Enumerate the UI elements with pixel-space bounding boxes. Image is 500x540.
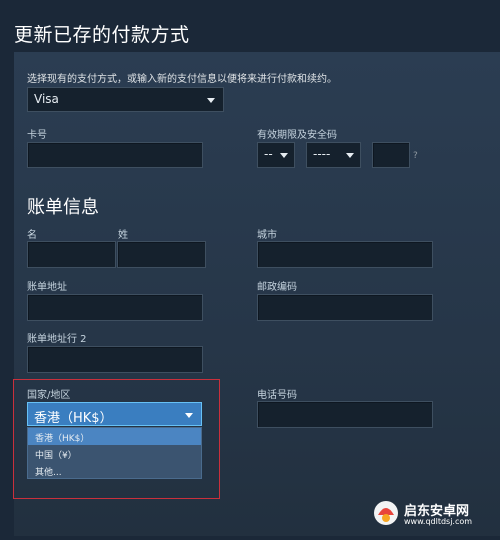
last-name-label: 姓 [118,230,128,241]
chevron-down-icon [280,153,288,158]
city-label: 城市 [257,230,277,241]
country-dropdown: 香港（HK$） 中国（¥） 其他... [27,427,202,479]
billing-section-title: 账单信息 [27,197,99,218]
phone-input[interactable] [257,401,433,428]
first-name-label: 名 [27,230,37,241]
billing-address2-label: 账单地址行 2 [27,334,87,345]
expiry-month-select[interactable]: -- [257,142,295,168]
billing-address-input[interactable] [27,294,203,321]
country-option-other[interactable]: 其他... [28,462,201,479]
chevron-down-icon [207,98,215,103]
country-label: 国家/地区 [27,390,71,401]
watermark: 启东安卓网 www.qdltdsj.com [372,491,500,536]
payment-method-value: Visa [34,92,59,106]
card-number-input[interactable] [27,142,203,168]
city-input[interactable] [257,241,433,268]
payment-method-hint: 选择现有的支付方式，或输入新的支付信息以便将来进行付款和续约。 [27,74,337,85]
first-name-input[interactable] [27,241,116,268]
chevron-down-icon [346,153,354,158]
country-select[interactable]: 香港（HK$） [27,402,202,426]
expiry-year-select[interactable]: ---- [306,142,361,168]
expiry-year-value: ---- [313,147,331,161]
expiry-label: 有效期限及安全码 [257,130,337,141]
country-value: 香港（HK$） [34,411,113,426]
last-name-input[interactable] [117,241,206,268]
card-number-label: 卡号 [27,130,47,141]
expiry-month-value: -- [264,147,273,161]
postal-code-label: 邮政编码 [257,282,297,293]
postal-code-input[interactable] [257,294,433,321]
billing-address2-input[interactable] [27,346,203,373]
security-code-input[interactable] [372,142,410,168]
cvv-help-icon[interactable]: ? [413,151,418,161]
phone-label: 电话号码 [257,390,297,401]
page-title: 更新已存的付款方式 [14,24,190,46]
chevron-down-icon [185,413,193,418]
country-option-cn[interactable]: 中国（¥） [28,445,201,462]
payment-method-select[interactable]: Visa [27,87,224,112]
billing-address-label: 账单地址 [27,282,67,293]
country-option-hk[interactable]: 香港（HK$） [28,428,201,445]
watermark-url: www.qdltdsj.com [404,517,473,526]
page-header: 更新已存的付款方式 [0,0,500,52]
